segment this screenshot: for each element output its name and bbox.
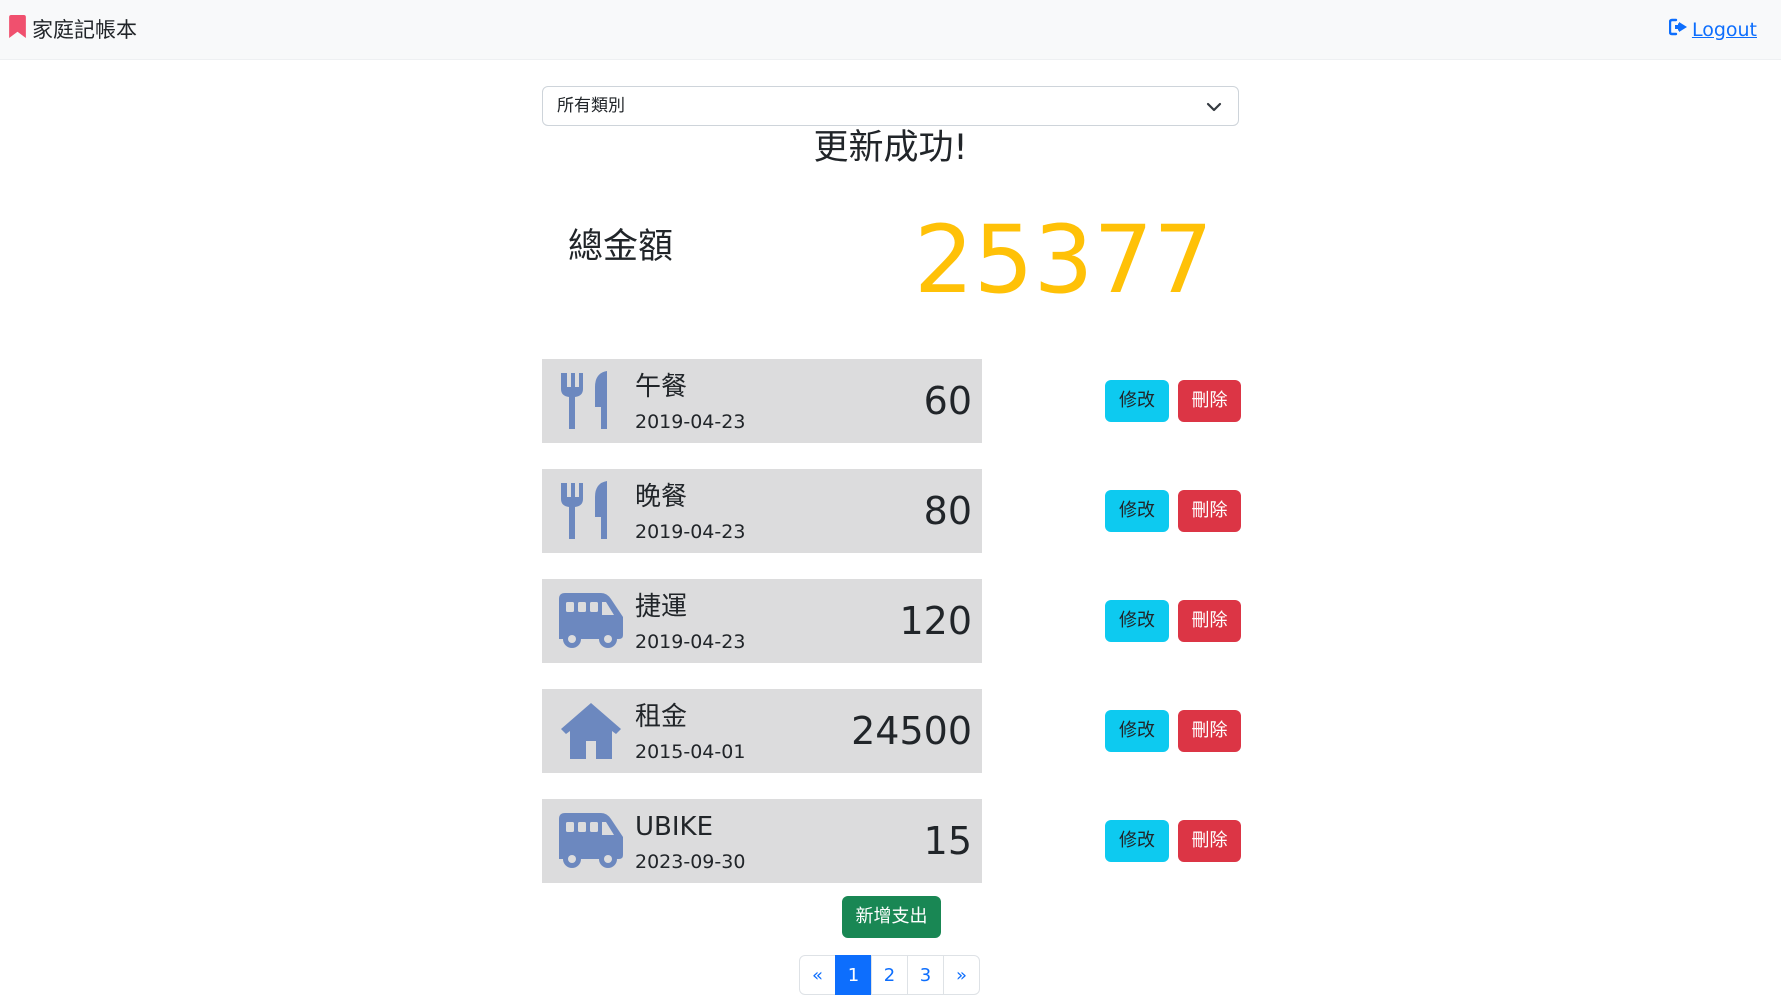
- category-select-value: 所有類別: [557, 96, 625, 116]
- expense-name: 午餐: [635, 372, 688, 402]
- success-message: 更新成功!: [813, 128, 968, 168]
- pagination: « 1 2 3 »: [799, 955, 980, 995]
- pagination-page-3[interactable]: 3: [907, 955, 944, 995]
- category-select[interactable]: 所有類別: [542, 86, 1239, 126]
- expense-amount: 24500: [851, 709, 972, 753]
- expense-row: 晚餐 2019-04-23 80: [542, 469, 982, 553]
- navbar: 家庭記帳本 Logout: [0, 0, 1781, 60]
- pagination-prev[interactable]: «: [799, 955, 836, 995]
- shuttle-van-icon: [557, 591, 625, 651]
- expense-date: 2019-04-23: [635, 631, 746, 653]
- expense-amount: 80: [923, 489, 972, 533]
- delete-button[interactable]: 刪除: [1178, 710, 1241, 752]
- expense-amount: 120: [899, 599, 972, 643]
- shuttle-van-icon: [557, 811, 625, 871]
- logout-link[interactable]: Logout: [1668, 18, 1757, 41]
- expense-name: 租金: [635, 702, 688, 732]
- expense-date: 2019-04-23: [635, 521, 746, 543]
- utensils-icon: [557, 481, 625, 541]
- expense-name: 捷運: [635, 592, 688, 622]
- logout-label: Logout: [1691, 18, 1757, 41]
- delete-button[interactable]: 刪除: [1178, 600, 1241, 642]
- delete-button[interactable]: 刪除: [1178, 490, 1241, 532]
- add-expense-button[interactable]: 新增支出: [842, 896, 941, 938]
- pagination-next[interactable]: »: [943, 955, 980, 995]
- expense-row: 租金 2015-04-01 24500: [542, 689, 982, 773]
- edit-button[interactable]: 修改: [1105, 380, 1169, 422]
- expense-name: UBIKE: [635, 812, 714, 842]
- edit-button[interactable]: 修改: [1105, 820, 1169, 862]
- total-amount: 25377: [913, 206, 1213, 315]
- expense-row: 午餐 2019-04-23 60: [542, 359, 982, 443]
- pagination-page-1[interactable]: 1: [835, 955, 872, 995]
- edit-button[interactable]: 修改: [1105, 490, 1169, 532]
- delete-button[interactable]: 刪除: [1178, 380, 1241, 422]
- home-icon: [557, 701, 625, 761]
- sign-out-icon: [1668, 18, 1689, 41]
- pagination-page-2[interactable]: 2: [871, 955, 908, 995]
- expense-date: 2015-04-01: [635, 741, 746, 763]
- total-label: 總金額: [568, 227, 674, 267]
- edit-button[interactable]: 修改: [1105, 600, 1169, 642]
- expense-amount: 15: [923, 819, 972, 863]
- expense-row: 捷運 2019-04-23 120: [542, 579, 982, 663]
- brand-title: 家庭記帳本: [32, 18, 137, 42]
- expense-date: 2019-04-23: [635, 411, 746, 433]
- edit-button[interactable]: 修改: [1105, 710, 1169, 752]
- expense-date: 2023-09-30: [635, 851, 746, 873]
- brand[interactable]: 家庭記帳本: [9, 14, 137, 44]
- utensils-icon: [557, 371, 625, 431]
- expense-row: UBIKE 2023-09-30 15: [542, 799, 982, 883]
- bookmark-icon: [9, 15, 26, 43]
- expense-amount: 60: [923, 379, 972, 423]
- expense-name: 晚餐: [635, 482, 688, 512]
- delete-button[interactable]: 刪除: [1178, 820, 1241, 862]
